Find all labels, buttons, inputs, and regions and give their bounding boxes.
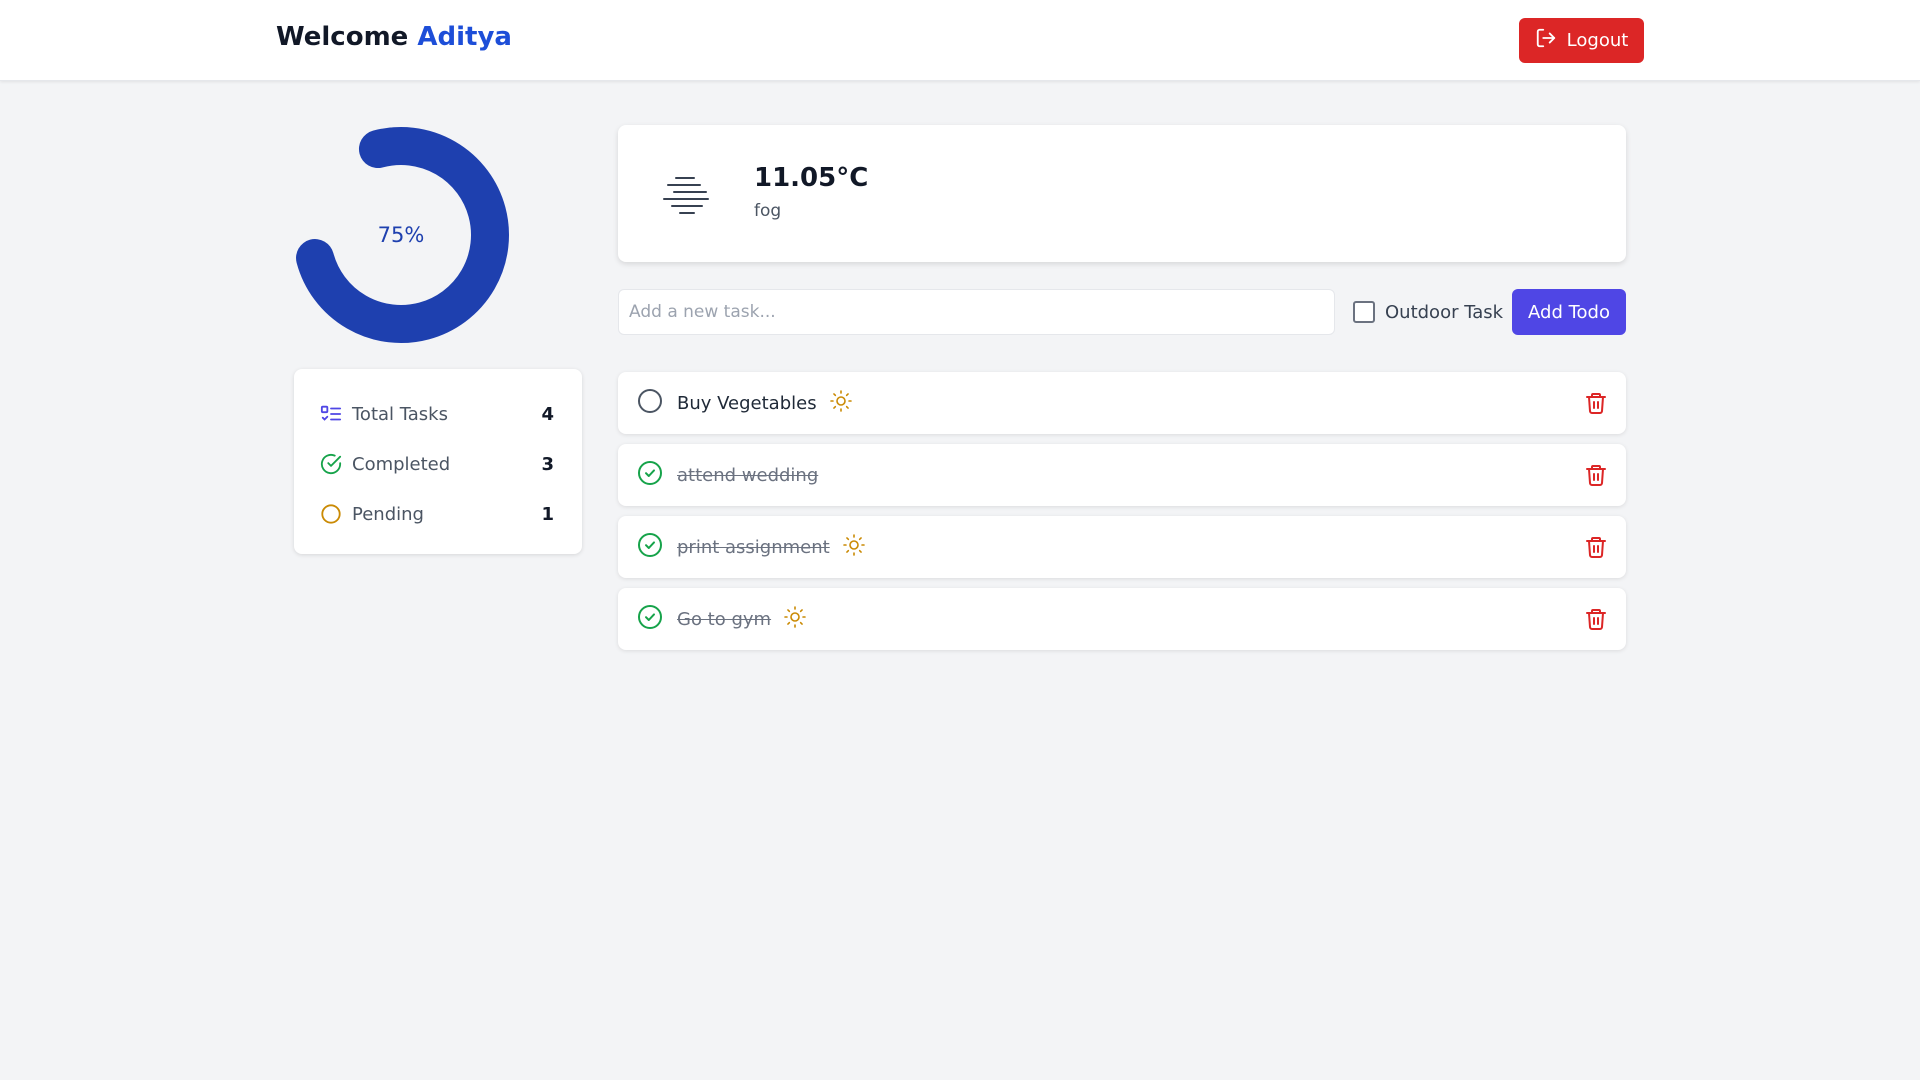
stat-label: Total Tasks <box>352 403 448 425</box>
logout-button[interactable]: Logout <box>1519 18 1644 63</box>
check-circle-icon <box>320 453 342 475</box>
stat-value: 1 <box>541 503 554 525</box>
user-name: Aditya <box>417 22 512 52</box>
todo-text: Go to gym <box>677 608 772 630</box>
stat-pending: Pending 1 <box>320 489 554 539</box>
weather-condition: fog <box>754 201 782 221</box>
logout-label: Logout <box>1566 30 1629 51</box>
stats-card: Total Tasks 4 Completed 3 Pending 1 <box>294 369 582 554</box>
todo-text: print assignment <box>677 536 830 558</box>
list-icon <box>320 403 342 425</box>
outdoor-checkbox[interactable] <box>1353 301 1375 323</box>
stat-value: 4 <box>541 403 554 425</box>
progress-label: 75% <box>377 223 425 247</box>
check-circle-icon[interactable] <box>637 532 677 562</box>
stat-completed: Completed 3 <box>320 439 554 489</box>
todo-item: print assignment <box>618 516 1626 578</box>
stat-label: Completed <box>352 453 451 475</box>
check-circle-icon[interactable] <box>637 460 677 490</box>
welcome-heading: Welcome Aditya <box>276 22 512 52</box>
sun-icon <box>830 533 866 561</box>
todo-list: Buy Vegetables attend wedding print assi… <box>618 372 1626 660</box>
logout-icon <box>1535 27 1557 54</box>
stat-value: 3 <box>541 453 554 475</box>
new-task-input[interactable] <box>618 289 1335 335</box>
stat-total-tasks: Total Tasks 4 <box>320 389 554 439</box>
weather-temperature: 11.05°C <box>754 163 869 193</box>
add-todo-button[interactable]: Add Todo <box>1512 289 1626 335</box>
check-circle-icon[interactable] <box>637 604 677 634</box>
todo-text: Buy Vegetables <box>677 392 817 414</box>
circle-icon <box>320 503 342 525</box>
outdoor-label: Outdoor Task <box>1385 301 1504 323</box>
top-bar: Welcome Aditya Logout <box>0 0 1920 81</box>
todo-item: attend wedding <box>618 444 1626 506</box>
welcome-text: Welcome <box>276 22 409 52</box>
sun-icon <box>817 389 853 417</box>
circle-icon[interactable] <box>637 388 677 418</box>
weather-card: 11.05°C fog <box>618 125 1626 262</box>
todo-item: Buy Vegetables <box>618 372 1626 434</box>
fog-icon <box>656 169 716 217</box>
progress-donut: 75% <box>288 122 514 348</box>
outdoor-task-toggle[interactable]: Outdoor Task <box>1353 300 1503 324</box>
stat-label: Pending <box>352 503 424 525</box>
todo-item: Go to gym <box>618 588 1626 650</box>
sun-icon <box>771 605 807 633</box>
todo-text: attend wedding <box>677 464 819 486</box>
